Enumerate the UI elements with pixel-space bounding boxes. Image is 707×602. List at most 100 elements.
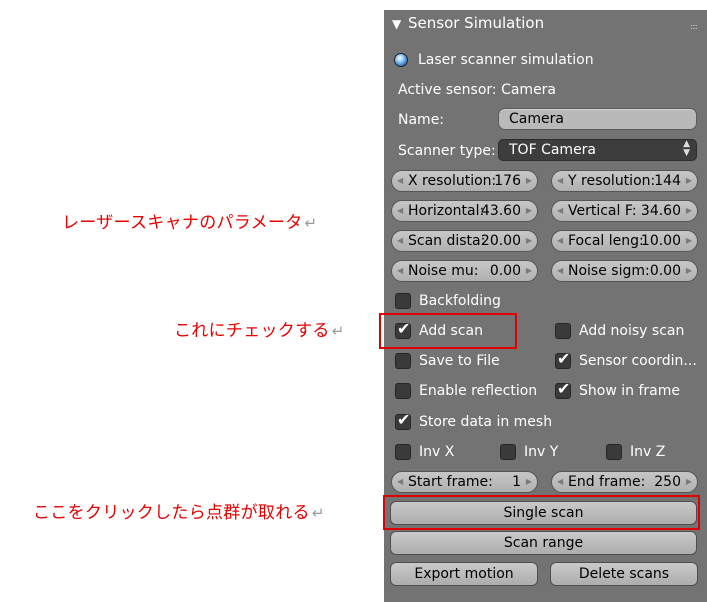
- return-mark: ↵: [304, 214, 318, 232]
- decrement-arrow-icon[interactable]: ◀: [557, 231, 563, 251]
- save-to-file-label: Save to File: [419, 353, 500, 369]
- x-resolution-field[interactable]: ◀ X resolution: 176 ▶: [391, 170, 538, 192]
- laser-scanner-label: Laser scanner simulation: [418, 52, 594, 68]
- save-to-file-checkbox[interactable]: [395, 353, 411, 369]
- field-label: X resolution:: [408, 173, 497, 189]
- add-noisy-scan-label: Add noisy scan: [579, 323, 685, 339]
- decrement-arrow-icon[interactable]: ◀: [397, 171, 403, 191]
- horizontal-fov-field[interactable]: ◀ Horizontal: 43.60 ▶: [391, 200, 538, 222]
- highlight-single-scan: [383, 495, 700, 530]
- field-label: Start frame:: [408, 474, 493, 490]
- field-value: 43.60: [480, 203, 521, 219]
- highlight-add-scan: [379, 313, 517, 349]
- field-label: Horizontal:: [408, 203, 485, 219]
- scanner-type-label: Scanner type:: [398, 143, 496, 159]
- updown-arrows-icon: ▲ ▼: [683, 140, 690, 158]
- field-value: 10.00: [640, 233, 681, 249]
- field-value: 250: [654, 474, 681, 490]
- decrement-arrow-icon[interactable]: ◀: [397, 261, 403, 281]
- annotation-check-this: これにチェックする ↵: [174, 321, 345, 341]
- increment-arrow-icon[interactable]: ▶: [526, 201, 532, 221]
- inv-y-checkbox[interactable]: [500, 444, 516, 460]
- inv-y-label: Inv Y: [524, 444, 559, 460]
- decrement-arrow-icon[interactable]: ◀: [557, 201, 563, 221]
- field-label: Vertical F:: [568, 203, 637, 219]
- increment-arrow-icon[interactable]: ▶: [686, 231, 692, 251]
- down-arrow-icon: ▼: [683, 148, 690, 158]
- field-label: Focal leng:: [568, 233, 644, 249]
- field-value: 0.00: [489, 263, 521, 279]
- start-frame-field[interactable]: ◀ Start frame: 1 ▶: [391, 471, 538, 493]
- sensor-coordinates-checkbox[interactable]: ✔: [555, 349, 571, 369]
- scan-range-button[interactable]: Scan range: [390, 531, 697, 555]
- field-value: 20.00: [480, 233, 521, 249]
- field-value: 0.00: [649, 263, 681, 279]
- check-icon: ✔: [557, 349, 571, 368]
- increment-arrow-icon[interactable]: ▶: [686, 201, 692, 221]
- decrement-arrow-icon[interactable]: ◀: [557, 171, 563, 191]
- increment-arrow-icon[interactable]: ▶: [686, 261, 692, 281]
- noise-sigma-field[interactable]: ◀ Noise sigm: 0.00 ▶: [551, 260, 698, 282]
- decrement-arrow-icon[interactable]: ◀: [557, 261, 563, 281]
- field-value: 176: [494, 173, 521, 189]
- show-in-frame-checkbox[interactable]: ✔: [555, 379, 571, 399]
- annotation-text: ここをクリックしたら点群が取れる: [33, 503, 310, 523]
- enable-reflection-checkbox[interactable]: [395, 383, 411, 399]
- export-motion-button[interactable]: Export motion: [390, 562, 538, 586]
- panel-title[interactable]: Sensor Simulation: [408, 14, 544, 32]
- increment-arrow-icon[interactable]: ▶: [526, 171, 532, 191]
- decrement-arrow-icon[interactable]: ◀: [397, 472, 403, 492]
- sensor-coordinates-label: Sensor coordin...: [579, 353, 697, 369]
- name-label: Name:: [398, 112, 445, 128]
- store-data-in-mesh-label: Store data in mesh: [419, 414, 553, 430]
- drag-grip-icon[interactable]: ::::: [690, 22, 698, 31]
- focal-length-field[interactable]: ◀ Focal leng: 10.00 ▶: [551, 230, 698, 252]
- scanner-type-value: TOF Camera: [509, 142, 597, 158]
- show-in-frame-label: Show in frame: [579, 383, 680, 399]
- check-icon: ✔: [557, 379, 571, 398]
- increment-arrow-icon[interactable]: ▶: [526, 261, 532, 281]
- inv-z-checkbox[interactable]: [606, 444, 622, 460]
- collapse-triangle-icon[interactable]: ▼: [392, 15, 401, 33]
- increment-arrow-icon[interactable]: ▶: [526, 231, 532, 251]
- decrement-arrow-icon[interactable]: ◀: [397, 231, 403, 251]
- field-value: 34.60: [640, 203, 681, 219]
- field-label: Noise mu:: [408, 263, 479, 279]
- backfolding-label: Backfolding: [419, 293, 501, 309]
- annotation-text: これにチェックする: [174, 321, 330, 341]
- name-input[interactable]: Camera: [498, 108, 697, 130]
- y-resolution-field[interactable]: ◀ Y resolution: 144 ▶: [551, 170, 698, 192]
- inv-x-label: Inv X: [419, 444, 455, 460]
- delete-scans-button[interactable]: Delete scans: [550, 562, 698, 586]
- vertical-fov-field[interactable]: ◀ Vertical F: 34.60 ▶: [551, 200, 698, 222]
- globe-icon: [394, 53, 408, 67]
- check-icon: ✔: [397, 410, 411, 429]
- store-data-in-mesh-checkbox[interactable]: ✔: [395, 410, 411, 430]
- backfolding-checkbox[interactable]: [395, 293, 411, 309]
- scan-distance-field[interactable]: ◀ Scan dista: 20.00 ▶: [391, 230, 538, 252]
- field-value: 1: [512, 474, 521, 490]
- active-sensor-label: Active sensor: Camera: [398, 82, 557, 98]
- return-mark: ↵: [311, 504, 325, 522]
- add-noisy-scan-checkbox[interactable]: [555, 323, 571, 339]
- annotation-click-here: ここをクリックしたら点群が取れる ↵: [33, 503, 325, 523]
- return-mark: ↵: [331, 322, 345, 340]
- decrement-arrow-icon[interactable]: ◀: [397, 201, 403, 221]
- inv-x-checkbox[interactable]: [395, 444, 411, 460]
- field-value: 144: [654, 173, 681, 189]
- increment-arrow-icon[interactable]: ▶: [526, 472, 532, 492]
- field-label: Scan dista:: [408, 233, 486, 249]
- field-label: Noise sigm:: [568, 263, 650, 279]
- noise-mu-field[interactable]: ◀ Noise mu: 0.00 ▶: [391, 260, 538, 282]
- annotation-laser-params: レーザースキャナのパラメータ ↵: [62, 213, 317, 233]
- field-label: Y resolution:: [568, 173, 656, 189]
- annotation-text: レーザースキャナのパラメータ: [62, 213, 303, 233]
- inv-z-label: Inv Z: [630, 444, 666, 460]
- increment-arrow-icon[interactable]: ▶: [686, 171, 692, 191]
- scanner-type-select[interactable]: TOF Camera ▲ ▼: [498, 139, 697, 161]
- decrement-arrow-icon[interactable]: ◀: [557, 472, 563, 492]
- end-frame-field[interactable]: ◀ End frame: 250 ▶: [551, 471, 698, 493]
- enable-reflection-label: Enable reflection: [419, 383, 538, 399]
- increment-arrow-icon[interactable]: ▶: [686, 472, 692, 492]
- field-label: End frame:: [568, 474, 646, 490]
